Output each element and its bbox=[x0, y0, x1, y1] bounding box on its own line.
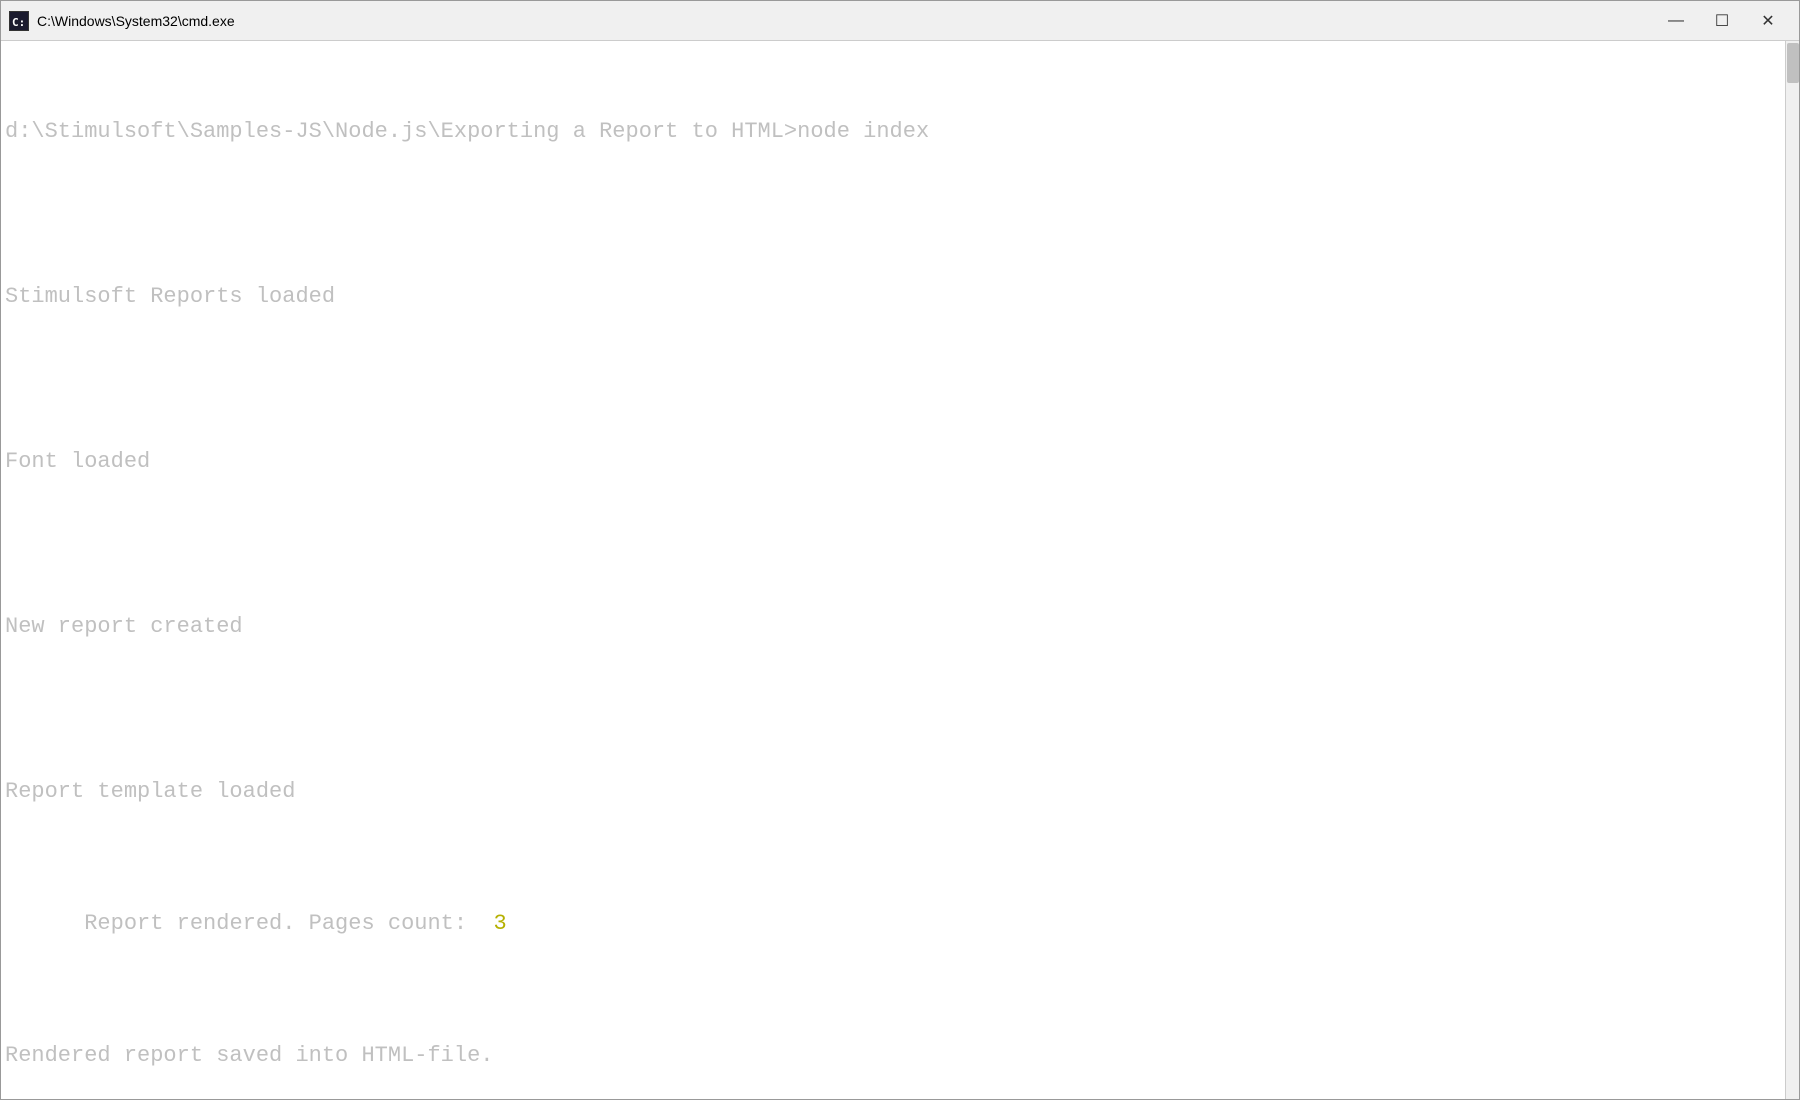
terminal-body[interactable]: d:\Stimulsoft\Samples-JS\Node.js\Exporti… bbox=[1, 41, 1799, 1099]
window-title: C:\Windows\System32\cmd.exe bbox=[37, 13, 1653, 29]
svg-text:C:: C: bbox=[12, 16, 25, 29]
terminal-line-4: New report created bbox=[5, 610, 1795, 643]
terminal-line-5: Report template loaded bbox=[5, 775, 1795, 808]
scrollbar-thumb[interactable] bbox=[1787, 43, 1799, 83]
terminal-line-1: d:\Stimulsoft\Samples-JS\Node.js\Exporti… bbox=[5, 115, 1795, 148]
window-controls: — ☐ ✕ bbox=[1653, 5, 1791, 37]
app-icon: C: bbox=[9, 11, 29, 31]
close-button[interactable]: ✕ bbox=[1745, 5, 1791, 37]
scrollbar[interactable] bbox=[1785, 41, 1799, 1099]
terminal-line-6-prefix: Report rendered. Pages count: bbox=[84, 911, 493, 936]
maximize-button[interactable]: ☐ bbox=[1699, 5, 1745, 37]
cmd-window: C: C:\Windows\System32\cmd.exe — ☐ ✕ d:\… bbox=[0, 0, 1800, 1100]
terminal-line-3: Font loaded bbox=[5, 445, 1795, 478]
terminal-line-7: Rendered report saved into HTML-file. bbox=[5, 1039, 1795, 1072]
terminal-output: d:\Stimulsoft\Samples-JS\Node.js\Exporti… bbox=[5, 49, 1795, 1099]
terminal-line-6-number: 3 bbox=[494, 911, 507, 936]
title-bar: C: C:\Windows\System32\cmd.exe — ☐ ✕ bbox=[1, 1, 1799, 41]
terminal-line-2: Stimulsoft Reports loaded bbox=[5, 280, 1795, 313]
minimize-button[interactable]: — bbox=[1653, 5, 1699, 37]
